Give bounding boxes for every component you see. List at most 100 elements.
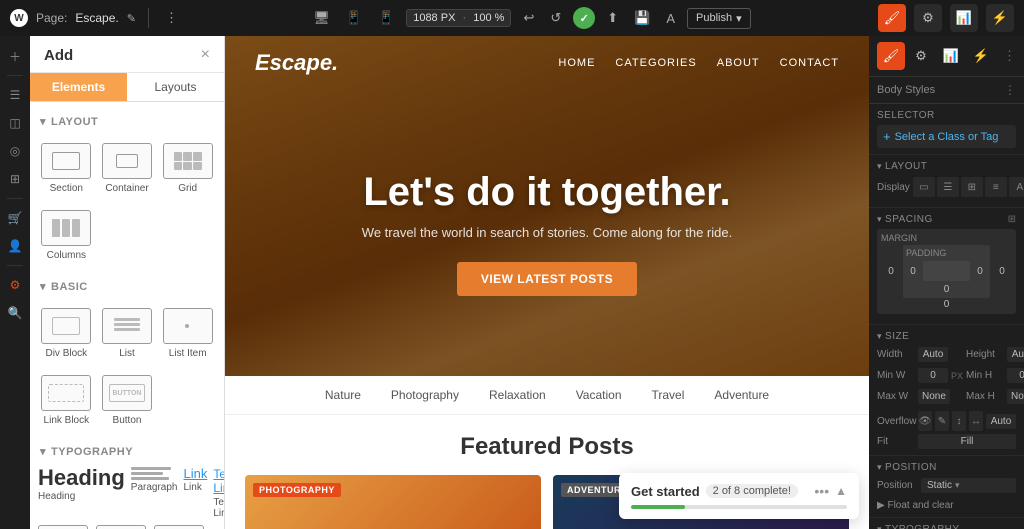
basic-item-list[interactable]: List: [99, 302, 156, 365]
li-settings-icon[interactable]: ⚙: [3, 273, 27, 297]
basic-item-divblock[interactable]: Div Block: [38, 302, 95, 365]
nav-about[interactable]: ABOUT: [717, 57, 760, 69]
rs-body-styles-header: Body Styles ⋮: [869, 77, 1024, 104]
rs-tab-settings[interactable]: ⚙: [907, 42, 935, 70]
rs-selector: Selector + Select a Class or Tag: [869, 104, 1024, 155]
rs-tab-styles[interactable]: 🖌: [877, 42, 905, 70]
typo-item-richtext[interactable]: Rich Text: [154, 525, 204, 529]
publish-button[interactable]: Publish ▾: [687, 8, 751, 29]
basic-item-button[interactable]: BUTTON Button: [99, 369, 156, 432]
layout-item-section[interactable]: Section: [38, 137, 95, 200]
li-pages-icon[interactable]: ☰: [3, 83, 27, 107]
nav-categories[interactable]: CATEGORIES: [615, 57, 696, 69]
heading-label: Heading: [38, 491, 75, 502]
overflow-eye-icon[interactable]: 👁: [918, 411, 932, 431]
li-add-icon[interactable]: ＋: [3, 44, 27, 68]
fit-val[interactable]: Fill: [918, 434, 1016, 449]
layout-item-columns[interactable]: Columns: [38, 204, 95, 267]
margin-left-val[interactable]: 0: [881, 266, 901, 277]
spacing-expand-icon[interactable]: ⊞: [1008, 214, 1016, 225]
toast-collapse-icon[interactable]: ▲: [835, 484, 847, 498]
sidebar-close-button[interactable]: ×: [201, 46, 210, 64]
tab-elements[interactable]: Elements: [30, 73, 127, 101]
chart-tool-icon[interactable]: 📊: [950, 4, 978, 32]
body-styles-dots[interactable]: ⋮: [1004, 83, 1016, 97]
typo-item-link[interactable]: Link Link: [184, 467, 208, 519]
typo-item-blockquote[interactable]: Block Quote: [94, 525, 148, 529]
cat-adventure[interactable]: Adventure: [714, 388, 769, 402]
typo-item-heading[interactable]: Heading Heading: [38, 467, 125, 519]
li-separator-1: [7, 75, 23, 76]
rs-tab-custom[interactable]: ⚡: [967, 42, 995, 70]
nav-home[interactable]: HOME: [558, 57, 595, 69]
li-layers-icon[interactable]: ◫: [3, 111, 27, 135]
topbar-dots-icon[interactable]: ⋮: [161, 8, 182, 28]
basic-item-listitem[interactable]: List Item: [159, 302, 216, 365]
nav-contact[interactable]: CONTACT: [780, 57, 839, 69]
edit-pencil-icon[interactable]: ✎: [127, 12, 136, 25]
padding-left-val[interactable]: 0: [906, 266, 920, 277]
typo-item-paragraph[interactable]: Paragraph: [131, 467, 178, 519]
selector-button[interactable]: + Select a Class or Tag: [877, 125, 1016, 148]
li-cms-icon[interactable]: ⊞: [3, 167, 27, 191]
mobile-icon[interactable]: 📱: [374, 8, 398, 28]
cat-travel[interactable]: Travel: [652, 388, 685, 402]
li-users-icon[interactable]: 👤: [3, 234, 27, 258]
padding-right-val[interactable]: 0: [973, 266, 987, 277]
padding-bottom-val[interactable]: 0: [940, 284, 954, 295]
li-ecomm-icon[interactable]: 🛒: [3, 206, 27, 230]
height-val[interactable]: Auto: [1007, 347, 1024, 362]
maxh-val[interactable]: None: [1007, 389, 1024, 404]
rs-tab-interactions[interactable]: 📊: [937, 42, 965, 70]
display-block-btn[interactable]: ▭: [913, 177, 935, 197]
overflow-pencil-icon[interactable]: ✎: [935, 411, 949, 431]
desktop-icon[interactable]: 🖥: [309, 8, 334, 28]
li-search-icon[interactable]: 🔍: [3, 301, 27, 325]
featured-post-photography[interactable]: PHOTOGRAPHY: [245, 475, 541, 529]
minw-val[interactable]: 0: [918, 368, 948, 383]
basic-item-linkblock[interactable]: Link Block: [38, 369, 95, 432]
minh-val[interactable]: 0: [1007, 368, 1024, 383]
rs-spacing-panel: Spacing ⊞ MARGIN 0 PADDING 0 0 0: [869, 208, 1024, 325]
overflow-val[interactable]: Auto: [986, 414, 1016, 429]
display-flex-btn[interactable]: ☰: [937, 177, 959, 197]
display-grid-btn[interactable]: ⊞: [961, 177, 983, 197]
undo-icon[interactable]: ↩: [519, 8, 538, 28]
margin-right-val[interactable]: 0: [992, 266, 1012, 277]
layout-item-container[interactable]: Container: [99, 137, 156, 200]
wp-icon[interactable]: W: [10, 9, 28, 27]
toast-more-icon[interactable]: •••: [814, 483, 829, 499]
toast-controls: ••• ▲: [814, 483, 847, 499]
brush-tool-icon[interactable]: 🖌: [878, 4, 906, 32]
cat-vacation[interactable]: Vacation: [576, 388, 622, 402]
overflow-h-icon[interactable]: ↔: [969, 411, 983, 431]
cat-nature[interactable]: Nature: [325, 388, 361, 402]
cat-relaxation[interactable]: Relaxation: [489, 388, 546, 402]
width-val[interactable]: Auto: [918, 347, 948, 362]
hero-cta-button[interactable]: View Latest Posts: [457, 262, 637, 296]
height-key: Height: [966, 349, 1004, 360]
li-assets-icon[interactable]: ◎: [3, 139, 27, 163]
typo-item-textlink[interactable]: Text Link Text Link: [213, 467, 224, 519]
rs-more-icon[interactable]: ⋮: [1003, 48, 1016, 64]
bolt-tool-icon[interactable]: ⚡: [986, 4, 1014, 32]
cat-photography[interactable]: Photography: [391, 388, 459, 402]
position-header: Position: [877, 462, 1016, 473]
redo-icon[interactable]: ↺: [546, 8, 565, 28]
share-icon[interactable]: ⬆: [603, 8, 622, 28]
maxw-val[interactable]: None: [918, 389, 950, 404]
layout-item-grid[interactable]: Grid: [159, 137, 216, 200]
tablet-icon[interactable]: 📱: [342, 8, 366, 28]
overflow-v-icon[interactable]: ↕: [952, 411, 966, 431]
save-icon[interactable]: 💾: [630, 8, 654, 28]
position-val[interactable]: Static ▾: [921, 478, 1016, 493]
columns-label: Columns: [47, 250, 86, 261]
display-inline-block-btn[interactable]: A: [1009, 177, 1024, 197]
tab-layouts[interactable]: Layouts: [127, 73, 224, 101]
display-inline-btn[interactable]: ≡: [985, 177, 1007, 197]
margin-bottom-val[interactable]: 0: [937, 299, 957, 310]
columns-icon: [41, 210, 91, 246]
gear-tool-icon[interactable]: ⚙: [914, 4, 942, 32]
font-icon[interactable]: A: [662, 9, 679, 28]
typo-item-text[interactable]: Text Block: [38, 525, 88, 529]
